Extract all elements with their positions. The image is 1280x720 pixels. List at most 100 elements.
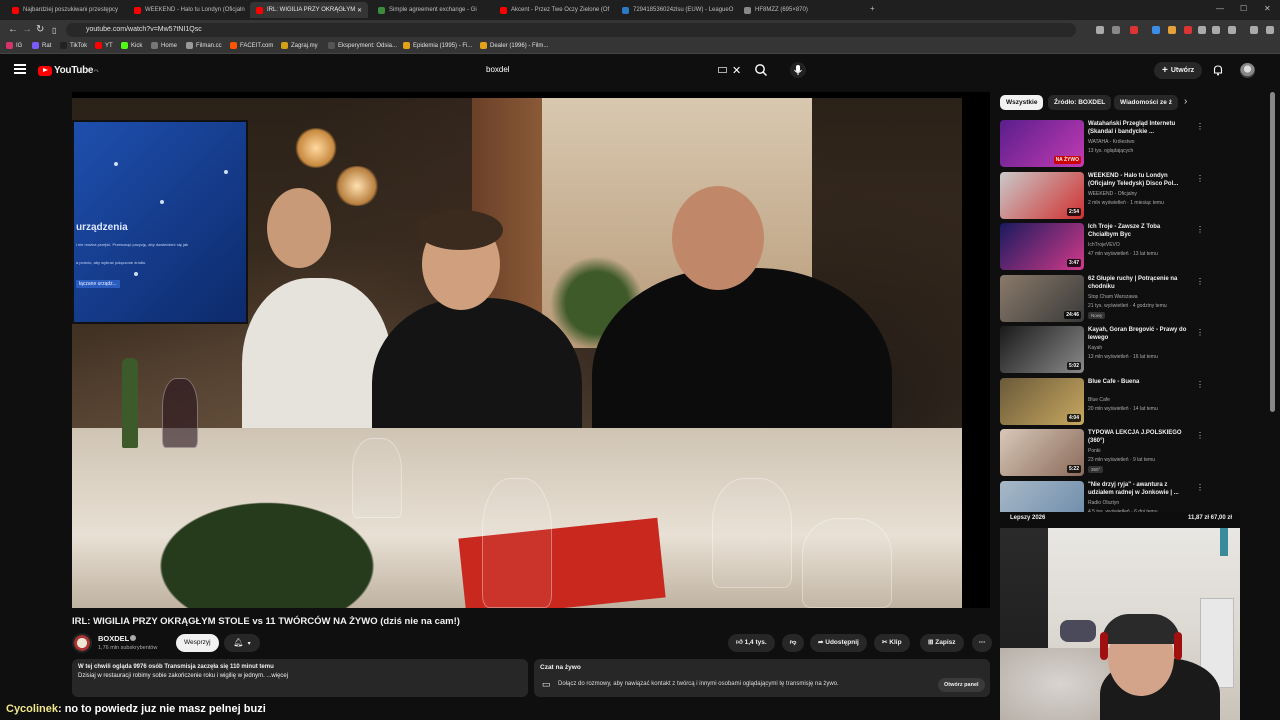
user-avatar[interactable] bbox=[1240, 63, 1255, 78]
sidebar-scrollbar[interactable] bbox=[1270, 92, 1275, 412]
more-options-icon[interactable]: ⋮ bbox=[1196, 328, 1204, 337]
video-player[interactable]: urządzenia i nie można przejść. Przesuną… bbox=[72, 92, 990, 608]
channel-name[interactable]: IchTrojeVEVO bbox=[1088, 242, 1120, 248]
search-input[interactable]: boxdel bbox=[478, 61, 748, 79]
extension-icon[interactable] bbox=[1096, 26, 1104, 34]
more-options-icon[interactable]: ⋮ bbox=[1196, 380, 1204, 389]
create-button[interactable]: + Utwórz bbox=[1154, 62, 1203, 79]
browser-tab[interactable]: Simple agreement exchange - Gi bbox=[372, 2, 490, 18]
video-title[interactable]: Watahański Przegląd Internetu (Skandal i… bbox=[1088, 120, 1192, 136]
description-box[interactable]: W tej chwili ogląda 9976 osób Transmisja… bbox=[72, 659, 528, 697]
microphone-icon[interactable] bbox=[790, 62, 806, 78]
close-tab-icon[interactable]: ✕ bbox=[357, 7, 362, 14]
recommended-video[interactable]: NA ŻYWO Watahański Przegląd Internetu (Sk… bbox=[1000, 120, 1204, 168]
back-icon[interactable]: ← bbox=[8, 24, 18, 35]
save-button[interactable]: ⊞ Zapisz bbox=[920, 634, 964, 652]
youtube-logo[interactable]: YouTube PL bbox=[38, 65, 99, 76]
video-title[interactable]: Blue Cafe - Buena bbox=[1088, 378, 1192, 386]
filter-chip[interactable]: Wiadomości ze ż bbox=[1114, 95, 1178, 110]
channel-name[interactable]: WEEKEND - Oficjalny bbox=[1088, 191, 1137, 197]
like-button[interactable]: 👍︎ 1,4 tys. bbox=[728, 634, 775, 652]
chevron-right-icon[interactable]: › bbox=[1184, 96, 1187, 107]
extension-icon-3[interactable] bbox=[1168, 26, 1176, 34]
video-thumbnail[interactable]: 5:02 bbox=[1000, 326, 1084, 373]
video-thumbnail[interactable]: NA ŻYWO bbox=[1000, 120, 1084, 167]
recommended-video[interactable]: 4:04 Blue Cafe - Buena Blue Cafe 20 mln wyś… bbox=[1000, 377, 1204, 426]
bookmark-item[interactable]: Epidemia (1995) - Fi... bbox=[403, 42, 472, 49]
notifications-bell-icon[interactable] bbox=[1212, 64, 1224, 76]
bookmark-item[interactable]: Filman.cc bbox=[186, 42, 222, 49]
video-title[interactable]: TYPOWA LEKCJA J.POLSKIEGO (360°) bbox=[1088, 429, 1192, 445]
bookmark-icon[interactable]: ▯ bbox=[52, 26, 56, 35]
open-chat-panel-button[interactable]: Otwórz panel bbox=[938, 678, 985, 692]
wallet-icon[interactable] bbox=[1228, 26, 1236, 34]
brave-shield-icon[interactable] bbox=[1130, 26, 1138, 34]
download-icon[interactable] bbox=[1212, 26, 1220, 34]
minimize-icon[interactable]: — bbox=[1216, 4, 1224, 13]
url-input[interactable]: youtube.com/watch?v=Mw57tNI1Qsc bbox=[66, 23, 1076, 37]
filter-chip[interactable]: Wszystkie bbox=[1000, 95, 1044, 110]
filter-chip[interactable]: Źródło: BOXDEL bbox=[1048, 95, 1112, 110]
menu-icon-browser[interactable] bbox=[1266, 26, 1274, 34]
bookmark-item[interactable]: Eksperyment: Odsia... bbox=[328, 42, 397, 49]
video-title[interactable]: 62 Głupie ruchy | Potrącenie na chodniku bbox=[1088, 275, 1192, 291]
recommended-video[interactable]: 5:22 TYPOWA LEKCJA J.POLSKIEGO (360°) Ponk… bbox=[1000, 429, 1204, 477]
bookmark-item[interactable]: Rat bbox=[32, 42, 51, 49]
clip-button[interactable]: ✂ Klip bbox=[874, 634, 910, 652]
more-options-icon[interactable]: ⋮ bbox=[1196, 225, 1204, 234]
extensions-puzzle-icon[interactable] bbox=[1198, 26, 1206, 34]
close-window-icon[interactable]: ✕ bbox=[1264, 4, 1271, 13]
video-thumbnail[interactable]: 2:54 bbox=[1000, 171, 1084, 219]
video-thumbnail[interactable]: 5:22 bbox=[1000, 429, 1084, 476]
support-button[interactable]: Wesprzyj bbox=[176, 634, 219, 652]
browser-tab[interactable]: HF8MZZ (695×870) bbox=[738, 2, 856, 18]
more-options-icon[interactable]: ⋮ bbox=[1196, 277, 1204, 286]
keyboard-icon[interactable] bbox=[718, 67, 727, 73]
bookmark-item[interactable]: Home bbox=[151, 42, 177, 49]
playlist-icon[interactable] bbox=[1250, 26, 1258, 34]
channel-name[interactable]: Radio Olsztyn bbox=[1088, 500, 1119, 506]
hamburger-menu-icon[interactable] bbox=[14, 64, 26, 74]
search-icon[interactable] bbox=[754, 63, 768, 77]
browser-tab[interactable]: Akcent - Przez Twe Oczy Zielone (Of bbox=[494, 2, 612, 18]
bookmark-item[interactable]: YT bbox=[95, 42, 113, 49]
recommended-video[interactable]: 3:47 Ich Troje - Zawsze Z Toba Chciałbym … bbox=[1000, 223, 1204, 271]
video-title[interactable]: WEEKEND - Halo tu Londyn (Oficjalny Tele… bbox=[1088, 172, 1192, 188]
bookmark-item[interactable]: IG bbox=[6, 42, 22, 49]
channel-name[interactable]: BOXDEL bbox=[98, 634, 129, 643]
video-thumbnail[interactable]: 3:47 bbox=[1000, 223, 1084, 270]
recommended-video[interactable]: 24:46 62 Głupie ruchy | Potrącenie na cho… bbox=[1000, 274, 1204, 323]
recommended-video[interactable]: 5:02 Kayah, Goran Bregović - Prawy do lew… bbox=[1000, 326, 1204, 374]
notification-bell-button[interactable]: 🔔︎ ▾ bbox=[224, 634, 260, 652]
channel-name[interactable]: Stop Cham Warszawa bbox=[1088, 294, 1138, 300]
channel-avatar[interactable] bbox=[72, 633, 92, 653]
more-options-icon[interactable]: ⋮ bbox=[1196, 122, 1204, 131]
video-title[interactable]: Ich Troje - Zawsze Z Toba Chciałbym Byc bbox=[1088, 223, 1192, 239]
channel-name[interactable]: Ponki bbox=[1088, 448, 1101, 454]
maximize-icon[interactable]: ☐ bbox=[1240, 4, 1247, 13]
more-actions-button[interactable]: ⋯ bbox=[972, 634, 992, 652]
bookmark-item[interactable]: Zagraj.my bbox=[281, 42, 318, 49]
reload-icon[interactable]: ↻ bbox=[36, 24, 44, 35]
share-icon[interactable] bbox=[1112, 26, 1120, 34]
more-options-icon[interactable]: ⋮ bbox=[1196, 431, 1204, 440]
bookmark-item[interactable]: TikTok bbox=[60, 42, 87, 49]
channel-name[interactable]: WATAHA - Królestwo bbox=[1088, 139, 1135, 145]
share-button[interactable]: ➦ Udostępnij bbox=[810, 634, 867, 652]
video-thumbnail[interactable]: 24:46 bbox=[1000, 274, 1084, 322]
channel-name[interactable]: Blue Cafe bbox=[1088, 397, 1110, 403]
forward-icon[interactable]: → bbox=[22, 24, 32, 35]
video-title[interactable]: Kayah, Goran Bregović - Prawy do lewego bbox=[1088, 326, 1192, 342]
bookmark-item[interactable]: Kick bbox=[121, 42, 142, 49]
dislike-button[interactable]: 👎︎ bbox=[782, 634, 804, 652]
extension-icon-4[interactable] bbox=[1184, 26, 1192, 34]
more-options-icon[interactable]: ⋮ bbox=[1196, 174, 1204, 183]
more-options-icon[interactable]: ⋮ bbox=[1196, 483, 1204, 492]
new-tab-button[interactable]: + bbox=[870, 4, 875, 13]
extension-icon-2[interactable] bbox=[1152, 26, 1160, 34]
video-title[interactable]: "Nie drzyj ryja" - awantura z udziałem r… bbox=[1088, 481, 1192, 497]
browser-tab[interactable]: Najbardziej poszukiwani przestępcy bbox=[6, 2, 124, 18]
recommended-video[interactable]: 2:54 WEEKEND - Halo tu Londyn (Oficjalny … bbox=[1000, 171, 1204, 220]
video-thumbnail[interactable]: 4:04 bbox=[1000, 377, 1084, 425]
browser-tab[interactable]: IRL: WIGILIA PRZY OKRĄGŁYM ✕ bbox=[250, 2, 368, 18]
